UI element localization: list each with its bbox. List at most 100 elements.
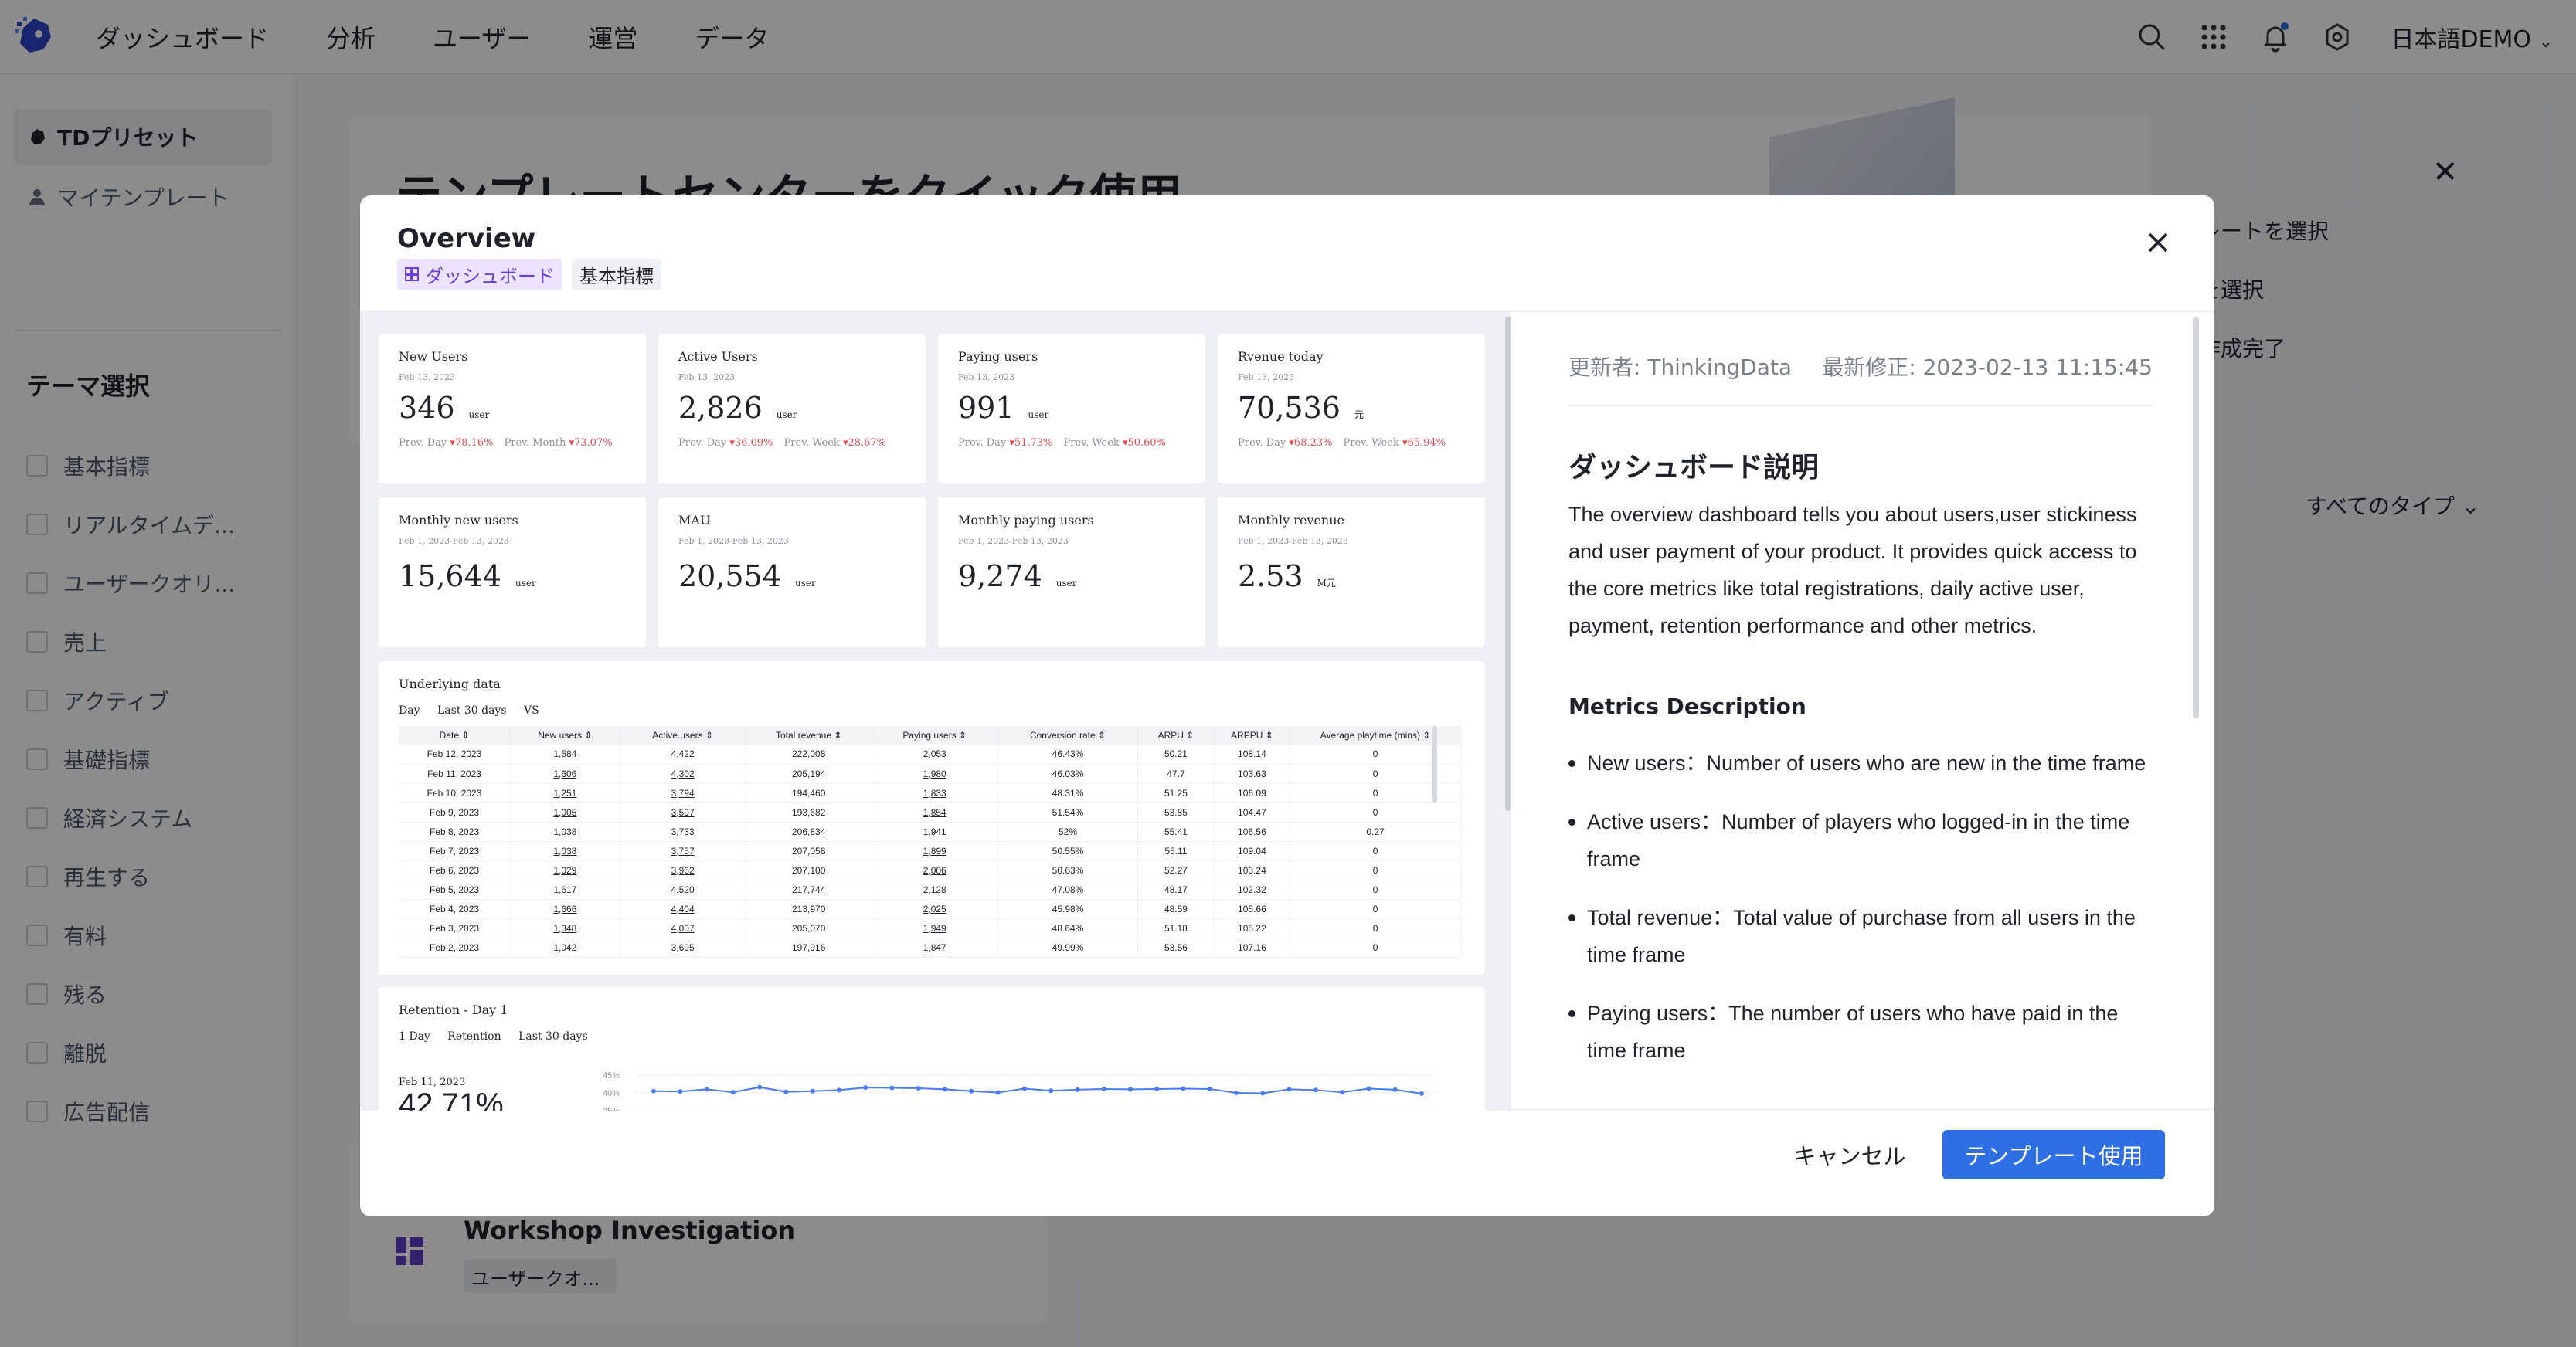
- table-cell[interactable]: 3,757: [620, 841, 746, 861]
- column-header[interactable]: Paying users ⇕: [872, 726, 998, 745]
- preview-scrollbar[interactable]: [1505, 317, 1511, 811]
- table-cell[interactable]: 1,941: [872, 822, 998, 842]
- table-cell[interactable]: 4,007: [620, 918, 746, 938]
- table-cell[interactable]: 3,733: [620, 822, 746, 842]
- retention-data-point[interactable]: [1127, 1087, 1133, 1092]
- use-template-button[interactable]: テンプレート使用: [1942, 1130, 2165, 1179]
- table-cell[interactable]: 4,520: [620, 880, 746, 900]
- retention-data-point[interactable]: [1286, 1087, 1292, 1092]
- kpi-name: MAU: [678, 513, 711, 528]
- table-cell[interactable]: 1,666: [510, 899, 620, 919]
- table-cell[interactable]: 1,348: [510, 918, 620, 938]
- retention-data-point[interactable]: [1075, 1087, 1080, 1092]
- table-cell[interactable]: 1,617: [510, 880, 620, 900]
- kpi-unit: user: [776, 409, 797, 420]
- table-cell[interactable]: 2,053: [872, 745, 998, 765]
- table-cell[interactable]: 1,606: [510, 764, 620, 784]
- table-scrollbar[interactable]: [1432, 726, 1437, 803]
- retention-data-point[interactable]: [1154, 1086, 1160, 1091]
- column-header[interactable]: Conversion rate ⇕: [997, 726, 1139, 745]
- table-cell[interactable]: 2,128: [872, 880, 998, 900]
- retention-data-point[interactable]: [810, 1088, 815, 1094]
- retention-data-point[interactable]: [757, 1084, 763, 1090]
- column-header[interactable]: Date ⇕: [399, 726, 511, 745]
- retention-day-select[interactable]: 1 Day: [399, 1030, 430, 1043]
- info-scrollbar[interactable]: [2193, 317, 2199, 718]
- table-cell[interactable]: 1,038: [510, 841, 620, 861]
- table-cell[interactable]: 1,029: [510, 860, 620, 880]
- kpi-name: Monthly revenue: [1238, 513, 1344, 528]
- retention-data-point[interactable]: [1181, 1086, 1186, 1091]
- retention-data-point[interactable]: [969, 1088, 974, 1094]
- table-cell[interactable]: 1,899: [872, 841, 998, 861]
- retention-data-point[interactable]: [651, 1088, 656, 1094]
- retention-data-point[interactable]: [916, 1086, 921, 1091]
- table-cell[interactable]: 1,980: [872, 764, 998, 784]
- kpi-name: Monthly new users: [399, 513, 518, 528]
- panel-controls: 1 Day Retention Last 30 days: [399, 1030, 602, 1043]
- table-cell[interactable]: 1,038: [510, 822, 620, 842]
- date-range-select[interactable]: Last 30 days: [518, 1030, 588, 1043]
- compare-label: Prev. Week: [1343, 437, 1399, 449]
- retention-data-point[interactable]: [836, 1087, 841, 1093]
- retention-data-point[interactable]: [1048, 1088, 1054, 1094]
- table-cell: Feb 4, 2023: [399, 899, 511, 919]
- retention-data-point[interactable]: [704, 1087, 709, 1092]
- retention-data-point[interactable]: [943, 1087, 948, 1092]
- table-cell[interactable]: 4,404: [620, 899, 746, 919]
- column-header[interactable]: Total revenue ⇕: [746, 726, 872, 745]
- retention-data-point[interactable]: [678, 1089, 683, 1094]
- table-cell: 194,460: [746, 783, 872, 803]
- retention-data-point[interactable]: [783, 1089, 789, 1094]
- granularity-select[interactable]: Day: [399, 704, 420, 717]
- table-cell: 53.85: [1137, 802, 1215, 823]
- table-cell[interactable]: 1,949: [872, 918, 998, 938]
- retention-data-point[interactable]: [1234, 1091, 1239, 1095]
- retention-data-point[interactable]: [889, 1085, 895, 1091]
- compare-toggle[interactable]: VS: [524, 704, 539, 717]
- dashboard-preview[interactable]: New Users Feb 13, 2023 346 user Prev. Day…: [360, 312, 1511, 1111]
- table-cell: 109.04: [1214, 841, 1291, 861]
- retention-data-point[interactable]: [1101, 1086, 1106, 1091]
- kpi-date: Feb 1, 2023-Feb 13, 2023: [1238, 536, 1348, 546]
- retention-data-point[interactable]: [1419, 1091, 1424, 1096]
- compare-down: ▾65.94%: [1402, 437, 1446, 449]
- table-cell[interactable]: 3,962: [620, 860, 746, 880]
- table-cell[interactable]: 1,042: [510, 938, 620, 958]
- retention-data-point[interactable]: [1313, 1087, 1318, 1093]
- table-cell[interactable]: 2,025: [872, 899, 998, 919]
- retention-data-point[interactable]: [1340, 1090, 1345, 1095]
- updater-text: 更新者: ThinkingData: [1568, 355, 1793, 380]
- table-cell[interactable]: 3,695: [620, 938, 746, 958]
- retention-data-point[interactable]: [995, 1090, 1001, 1095]
- table-cell[interactable]: 3,597: [620, 802, 746, 823]
- retention-data-point[interactable]: [1207, 1086, 1212, 1091]
- table-cell: 51.54%: [997, 802, 1139, 823]
- retention-data-point[interactable]: [863, 1085, 868, 1091]
- retention-data-point[interactable]: [1366, 1086, 1371, 1091]
- close-icon[interactable]: [2145, 229, 2171, 256]
- retention-type-select[interactable]: Retention: [447, 1030, 501, 1043]
- table-cell[interactable]: 4,422: [620, 745, 746, 765]
- metrics-list: New users：Number of users who are new in…: [1568, 745, 2156, 1091]
- table-cell[interactable]: 3,794: [620, 783, 746, 803]
- column-header[interactable]: ARPPU ⇕: [1214, 726, 1291, 745]
- cancel-button[interactable]: キャンセル: [1782, 1130, 1918, 1179]
- table-cell[interactable]: 1,854: [872, 802, 998, 823]
- retention-data-point[interactable]: [1021, 1086, 1027, 1091]
- column-header[interactable]: New users ⇕: [510, 726, 620, 745]
- table-cell: 105.66: [1214, 899, 1291, 919]
- retention-data-point[interactable]: [1392, 1087, 1398, 1092]
- table-cell[interactable]: 4,302: [620, 764, 746, 784]
- table-cell[interactable]: 1,833: [872, 783, 998, 803]
- column-header[interactable]: Active users ⇕: [620, 726, 746, 745]
- table-cell[interactable]: 2,006: [872, 860, 998, 880]
- retention-data-point[interactable]: [1260, 1091, 1266, 1096]
- table-cell[interactable]: 1,251: [510, 783, 620, 803]
- date-range-select[interactable]: Last 30 days: [437, 704, 507, 717]
- table-cell[interactable]: 1,847: [872, 938, 998, 958]
- retention-data-point[interactable]: [730, 1090, 736, 1095]
- table-cell[interactable]: 1,584: [510, 745, 620, 765]
- column-header[interactable]: ARPU ⇕: [1137, 726, 1215, 745]
- table-cell[interactable]: 1,005: [510, 802, 620, 823]
